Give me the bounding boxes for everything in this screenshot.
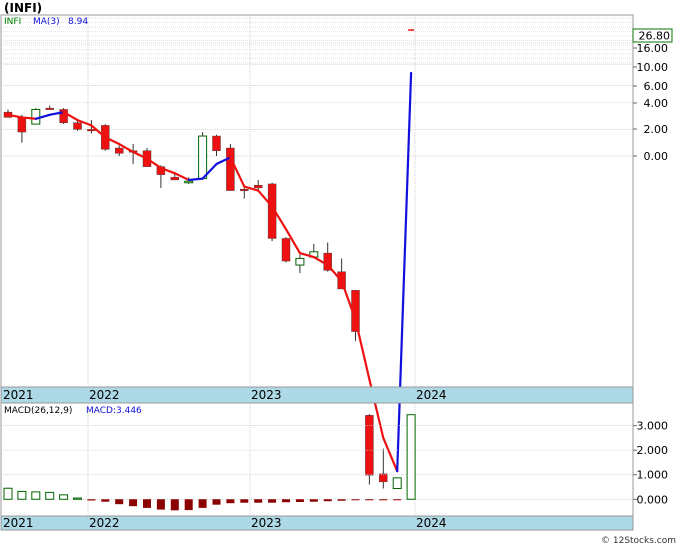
candle-up bbox=[295, 257, 305, 266]
macd-bar-negative bbox=[115, 499, 124, 505]
candle-down bbox=[226, 147, 235, 191]
macd-bar-positive bbox=[17, 490, 27, 500]
macd-bar-negative bbox=[226, 499, 235, 504]
price-tick-label: 4.00 bbox=[644, 97, 669, 110]
year-label: 2023 bbox=[251, 516, 282, 530]
macd-bar-negative bbox=[254, 499, 263, 503]
macd-bar-negative bbox=[351, 499, 360, 501]
candle-up bbox=[392, 477, 402, 489]
chart-title: (INFI) bbox=[4, 1, 42, 15]
last-price-label: 26.80 bbox=[639, 30, 671, 43]
macd-bar-negative bbox=[101, 499, 110, 502]
candle-down bbox=[212, 135, 221, 151]
macd-bar-negative bbox=[337, 499, 346, 501]
macd-bar-positive bbox=[31, 491, 41, 500]
year-label: 2021 bbox=[3, 388, 34, 402]
macd-bar-negative bbox=[309, 499, 318, 502]
candle-down bbox=[17, 117, 27, 133]
macd-bar-negative bbox=[143, 499, 151, 508]
candle-up bbox=[184, 180, 194, 184]
macd-bar-positive bbox=[45, 491, 55, 500]
candle-up bbox=[31, 108, 41, 125]
candle-down bbox=[365, 415, 374, 476]
ma-segment bbox=[187, 177, 204, 182]
candle-down bbox=[281, 238, 291, 262]
macd-tick-label: 3.000 bbox=[637, 420, 669, 433]
year-label: 2024 bbox=[416, 388, 447, 402]
candle-down bbox=[87, 129, 96, 132]
price-tick-label: 16.00 bbox=[637, 42, 669, 55]
ma-value: 8.94 bbox=[68, 17, 88, 27]
macd-bar-positive bbox=[59, 494, 69, 500]
macd-bar-negative bbox=[268, 499, 277, 503]
price-tick-label: 10.00 bbox=[637, 61, 669, 74]
year-label: 2022 bbox=[89, 388, 120, 402]
macd-bar-negative bbox=[87, 499, 96, 501]
candle-down bbox=[73, 122, 82, 130]
candle-down bbox=[45, 107, 54, 110]
year-label: 2021 bbox=[3, 516, 34, 530]
price-tick-label: 0.00 bbox=[644, 150, 669, 163]
macd-value-label: MACD:3.446 bbox=[86, 406, 142, 416]
year-label: 2024 bbox=[416, 516, 447, 530]
candle-up bbox=[198, 135, 208, 180]
price-tick-label: 2.00 bbox=[644, 123, 669, 136]
macd-bar-negative bbox=[365, 499, 374, 501]
macd-bar-negative bbox=[156, 499, 165, 510]
macd-bar-negative bbox=[295, 499, 304, 502]
macd-tick-label: 1.000 bbox=[637, 469, 669, 482]
macd-bar-negative bbox=[323, 499, 332, 502]
macd-bar-negative bbox=[240, 499, 249, 503]
macd-bar-positive bbox=[406, 414, 416, 500]
macd-bar-negative bbox=[129, 499, 138, 507]
year-label: 2022 bbox=[89, 516, 120, 530]
stock-chart: (INFI) 16.00 10.00 6.00 4.00 2.00 0.00 INFI M… bbox=[0, 0, 680, 546]
ma-label: MA(3) bbox=[33, 17, 60, 27]
macd-bar-negative bbox=[282, 499, 290, 503]
macd-tick-label: 2.000 bbox=[637, 444, 669, 457]
macd-bar-negative bbox=[184, 499, 193, 511]
ticker-label: INFI bbox=[4, 17, 21, 27]
price-tick-label: 6.00 bbox=[644, 80, 669, 93]
year-label: 2023 bbox=[251, 388, 282, 402]
copyright-footer: © 12Stocks.com bbox=[601, 536, 676, 546]
macd-bar-negative bbox=[393, 499, 402, 501]
macd-bar-positive bbox=[3, 487, 13, 500]
candle-down bbox=[114, 147, 124, 154]
macd-tick-label: 0.000 bbox=[637, 493, 669, 506]
macd-bar-positive bbox=[73, 497, 82, 500]
candle-down bbox=[240, 189, 249, 191]
macd-label: MACD(26,12,9) bbox=[4, 406, 72, 416]
macd-bar-negative bbox=[198, 499, 207, 508]
macd-bar-negative bbox=[212, 499, 221, 505]
macd-bar-negative bbox=[379, 499, 388, 501]
ma-segment bbox=[20, 116, 37, 120]
candle-down bbox=[253, 185, 263, 189]
macd-bar-negative bbox=[170, 499, 179, 511]
candle-down bbox=[170, 177, 180, 181]
